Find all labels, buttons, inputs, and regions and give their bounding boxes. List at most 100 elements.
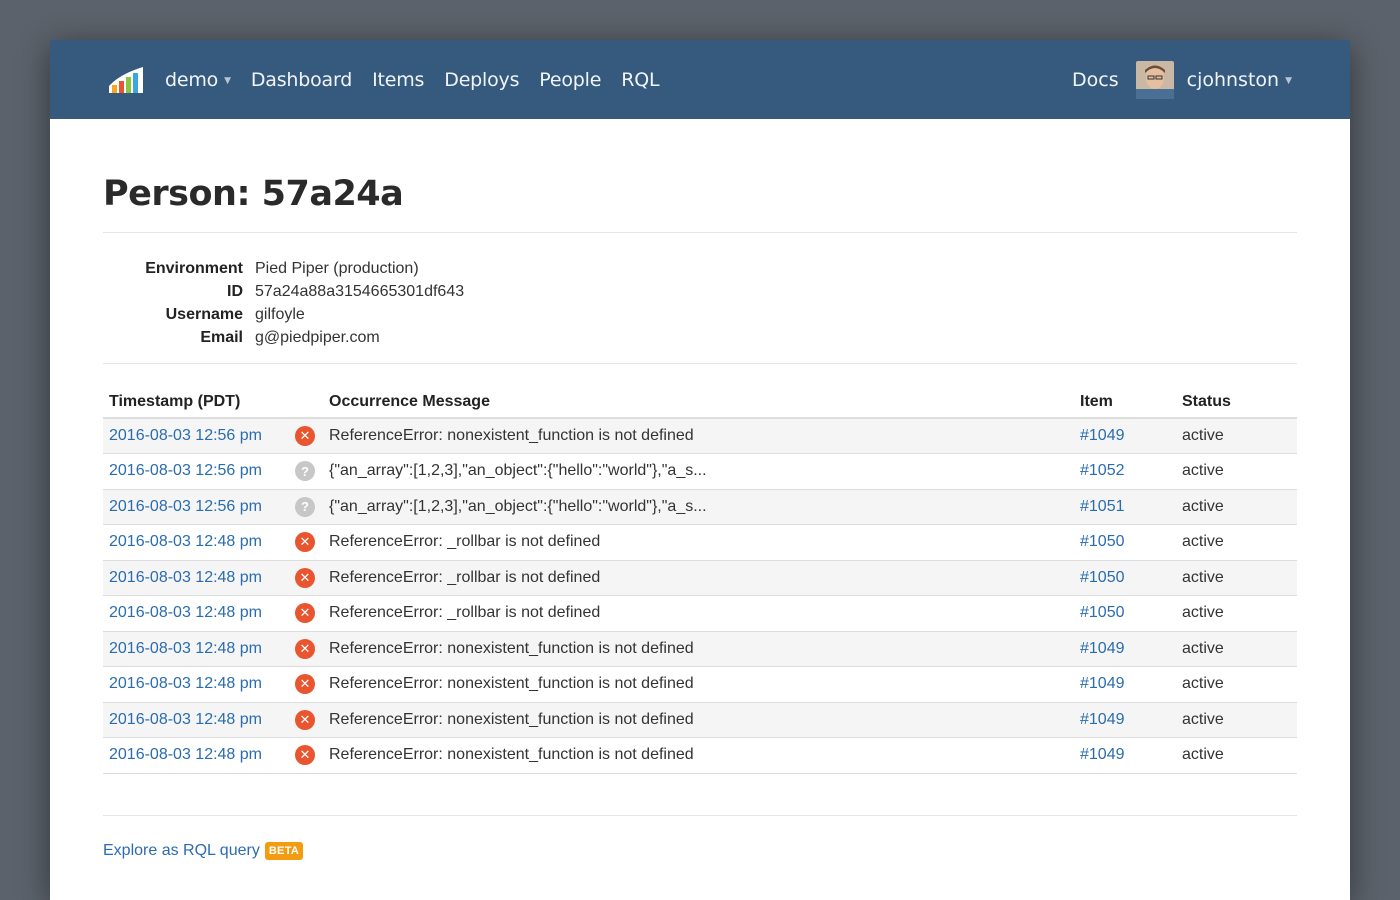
timestamp-link[interactable]: 2016-08-03 12:56 pm bbox=[109, 427, 262, 444]
table-row: 2016-08-03 12:56 pm ✕ ReferenceError: none… bbox=[103, 418, 1297, 454]
occurrence-message: ReferenceError: nonexistent_function is … bbox=[323, 418, 1074, 454]
timestamp-link[interactable]: 2016-08-03 12:56 pm bbox=[109, 462, 262, 479]
person-details: Environment Pied Piper (production) ID 5… bbox=[103, 257, 1297, 349]
occurrence-message: ReferenceError: _rollbar is not defined bbox=[323, 560, 1074, 596]
item-link[interactable]: #1049 bbox=[1080, 675, 1125, 692]
error-icon: ✕ bbox=[295, 674, 315, 695]
item-link[interactable]: #1049 bbox=[1080, 711, 1125, 728]
table-row: 2016-08-03 12:48 pm ✕ ReferenceError: none… bbox=[103, 737, 1297, 774]
nav-people[interactable]: People bbox=[539, 69, 601, 91]
footer: Explore as RQL query BETA bbox=[103, 841, 1297, 860]
table-row: 2016-08-03 12:56 pm? {"an_array":[1,2,3],… bbox=[103, 453, 1297, 490]
occurrence-message: ReferenceError: nonexistent_function is … bbox=[323, 666, 1074, 703]
unknown-icon: ? bbox=[295, 461, 315, 482]
status-text: active bbox=[1176, 489, 1297, 525]
main-content: Person: 57a24a Environment Pied Piper (p… bbox=[50, 174, 1350, 860]
avatar[interactable] bbox=[1135, 60, 1174, 99]
explore-rql-link[interactable]: Explore as RQL query bbox=[103, 842, 260, 860]
detail-key: ID bbox=[227, 282, 243, 300]
nav-docs[interactable]: Docs bbox=[1072, 69, 1119, 91]
chevron-down-icon: ▼ bbox=[224, 75, 231, 86]
header-timestamp: Timestamp (PDT) bbox=[103, 386, 295, 419]
item-link[interactable]: #1049 bbox=[1080, 746, 1125, 763]
item-link[interactable]: #1051 bbox=[1080, 498, 1125, 515]
divider bbox=[103, 814, 1297, 816]
status-text: active bbox=[1176, 560, 1297, 596]
item-link[interactable]: #1050 bbox=[1080, 569, 1125, 586]
header-level bbox=[295, 386, 323, 419]
timestamp-link[interactable]: 2016-08-03 12:48 pm bbox=[109, 711, 262, 728]
error-icon: ✕ bbox=[295, 426, 315, 446]
item-link[interactable]: #1050 bbox=[1080, 604, 1125, 621]
occurrence-message: ReferenceError: nonexistent_function is … bbox=[323, 631, 1074, 667]
timestamp-link[interactable]: 2016-08-03 12:48 pm bbox=[109, 533, 262, 550]
status-text: active bbox=[1176, 737, 1297, 774]
detail-row: Environment Pied Piper (production) bbox=[103, 257, 1297, 280]
item-link[interactable]: #1049 bbox=[1080, 640, 1125, 657]
occurrence-message: ReferenceError: _rollbar is not defined bbox=[323, 595, 1074, 632]
chevron-down-icon: ▼ bbox=[1285, 75, 1292, 86]
occurrence-message: {"an_array":[1,2,3],"an_object":{"hello"… bbox=[323, 453, 1074, 490]
timestamp-link[interactable]: 2016-08-03 12:48 pm bbox=[109, 746, 262, 763]
nav-items[interactable]: Items bbox=[372, 69, 424, 91]
nav-deploys[interactable]: Deploys bbox=[444, 69, 519, 91]
project-dropdown[interactable]: demo ▼ bbox=[165, 69, 231, 91]
detail-key: Email bbox=[200, 328, 243, 346]
header-message: Occurrence Message bbox=[323, 386, 1074, 419]
header-status: Status bbox=[1176, 386, 1297, 419]
detail-key: Username bbox=[165, 305, 243, 323]
error-icon: ✕ bbox=[295, 638, 315, 659]
table-body: 2016-08-03 12:56 pm ✕ ReferenceError: none… bbox=[103, 418, 1297, 774]
detail-row: Email g@piedpiper.com bbox=[103, 326, 1297, 349]
occurrence-message: ReferenceError: _rollbar is not defined bbox=[323, 524, 1074, 561]
detail-value: 57a24a88a3154665301df643 bbox=[255, 282, 465, 300]
divider bbox=[103, 232, 1297, 233]
timestamp-link[interactable]: 2016-08-03 12:48 pm bbox=[109, 640, 262, 657]
error-icon: ✕ bbox=[295, 567, 315, 588]
user-menu[interactable]: cjohnston ▼ bbox=[1187, 69, 1292, 91]
error-icon: ✕ bbox=[295, 603, 315, 624]
table-row: 2016-08-03 12:48 pm ✕ ReferenceError: none… bbox=[103, 631, 1297, 667]
status-text: active bbox=[1176, 595, 1297, 632]
item-link[interactable]: #1052 bbox=[1080, 462, 1125, 479]
project-name: demo bbox=[165, 68, 219, 91]
item-link[interactable]: #1049 bbox=[1080, 427, 1125, 444]
detail-key: Environment bbox=[145, 259, 243, 277]
item-link[interactable]: #1050 bbox=[1080, 533, 1125, 550]
timestamp-link[interactable]: 2016-08-03 12:48 pm bbox=[109, 569, 262, 586]
app-window: demo ▼ Dashboard Items Deploys People RQ… bbox=[50, 40, 1350, 900]
status-text: active bbox=[1176, 631, 1297, 667]
error-icon: ✕ bbox=[295, 709, 315, 730]
occurrences-table: Timestamp (PDT) Occurrence Message Item … bbox=[103, 386, 1297, 774]
table-row: 2016-08-03 12:48 pm ✕ ReferenceError: _rol… bbox=[103, 560, 1297, 596]
status-text: active bbox=[1176, 524, 1297, 561]
timestamp-link[interactable]: 2016-08-03 12:48 pm bbox=[109, 675, 262, 692]
detail-row: Username gilfoyle bbox=[103, 303, 1297, 326]
detail-value: gilfoyle bbox=[255, 305, 305, 323]
occurrence-message: ReferenceError: nonexistent_function is … bbox=[323, 737, 1074, 774]
timestamp-link[interactable]: 2016-08-03 12:56 pm bbox=[109, 498, 262, 515]
status-text: active bbox=[1176, 666, 1297, 703]
rollbar-logo[interactable] bbox=[108, 66, 144, 94]
username: cjohnston bbox=[1186, 68, 1280, 91]
table-row: 2016-08-03 12:56 pm? {"an_array":[1,2,3],… bbox=[103, 489, 1297, 525]
table-row: 2016-08-03 12:48 pm ✕ ReferenceError: none… bbox=[103, 666, 1297, 703]
header-item: Item bbox=[1074, 386, 1176, 419]
error-icon: ✕ bbox=[295, 745, 315, 766]
timestamp-link[interactable]: 2016-08-03 12:48 pm bbox=[109, 604, 262, 621]
divider bbox=[103, 363, 1297, 364]
page-title: Person: 57a24a bbox=[103, 174, 404, 214]
status-text: active bbox=[1176, 418, 1297, 454]
occurrence-message: ReferenceError: nonexistent_function is … bbox=[323, 702, 1074, 738]
nav-rql[interactable]: RQL bbox=[621, 69, 659, 91]
status-text: active bbox=[1176, 702, 1297, 738]
unknown-icon: ? bbox=[295, 496, 315, 517]
detail-value: g@piedpiper.com bbox=[255, 328, 380, 346]
nav-dashboard[interactable]: Dashboard bbox=[251, 69, 352, 91]
detail-row: ID 57a24a88a3154665301df643 bbox=[103, 280, 1297, 303]
status-text: active bbox=[1176, 453, 1297, 490]
table-row: 2016-08-03 12:48 pm ✕ ReferenceError: _rol… bbox=[103, 595, 1297, 632]
table-header-row: Timestamp (PDT) Occurrence Message Item … bbox=[103, 386, 1297, 419]
beta-badge: BETA bbox=[264, 841, 304, 860]
error-icon: ✕ bbox=[295, 532, 315, 553]
